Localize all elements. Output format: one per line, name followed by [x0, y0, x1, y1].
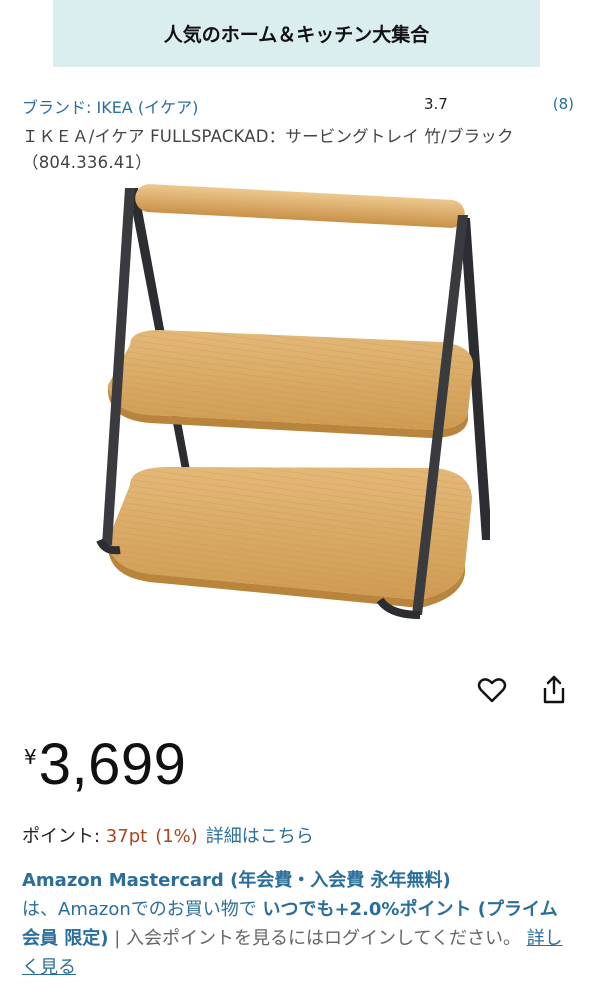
promo-banner-text: 人気のホーム＆キッチン大集合 [163, 24, 430, 46]
currency-symbol: ¥ [24, 745, 37, 769]
wishlist-button[interactable] [472, 670, 512, 710]
price: ¥ 3,699 [24, 733, 186, 803]
rating-value[interactable]: 3.7 [424, 95, 448, 113]
product-title: ＩＫＥＡ/イケア FULLSPACKAD：サービングトレイ 竹/ブラック（804… [22, 127, 514, 172]
mastercard-login-text: 入会ポイントを見るにはログインしてください。 [120, 928, 521, 949]
serving-tray-illustration [96, 184, 492, 619]
points-label: ポイント: [22, 826, 106, 847]
share-button[interactable] [534, 670, 574, 710]
points-percent: (1%) [155, 826, 198, 847]
brand-row: ブランド: IKEA (イケア) 3.7 (8) [22, 94, 574, 118]
heart-icon [477, 678, 507, 703]
price-value: 3,699 [38, 732, 187, 797]
points-details-link[interactable]: 詳細はこちら [206, 826, 314, 847]
mastercard-promo: Amazon Mastercard (年会費・入会費 永年無料) は、Amazo… [22, 866, 574, 982]
points-row: ポイント: 37pt (1%) 詳細はこちら [22, 822, 314, 848]
mastercard-title[interactable]: Amazon Mastercard (年会費・入会費 永年無料) [22, 870, 451, 891]
points-value: 37pt [105, 826, 148, 847]
product-image[interactable] [90, 180, 492, 620]
share-icon [543, 675, 565, 704]
mastercard-text: は、Amazonでのお買い物で [22, 899, 263, 920]
promo-banner[interactable]: 人気のホーム＆キッチン大集合 [53, 0, 540, 67]
rating-count[interactable]: (8) [553, 95, 574, 113]
brand-link[interactable]: ブランド: IKEA (イケア) [22, 94, 198, 118]
